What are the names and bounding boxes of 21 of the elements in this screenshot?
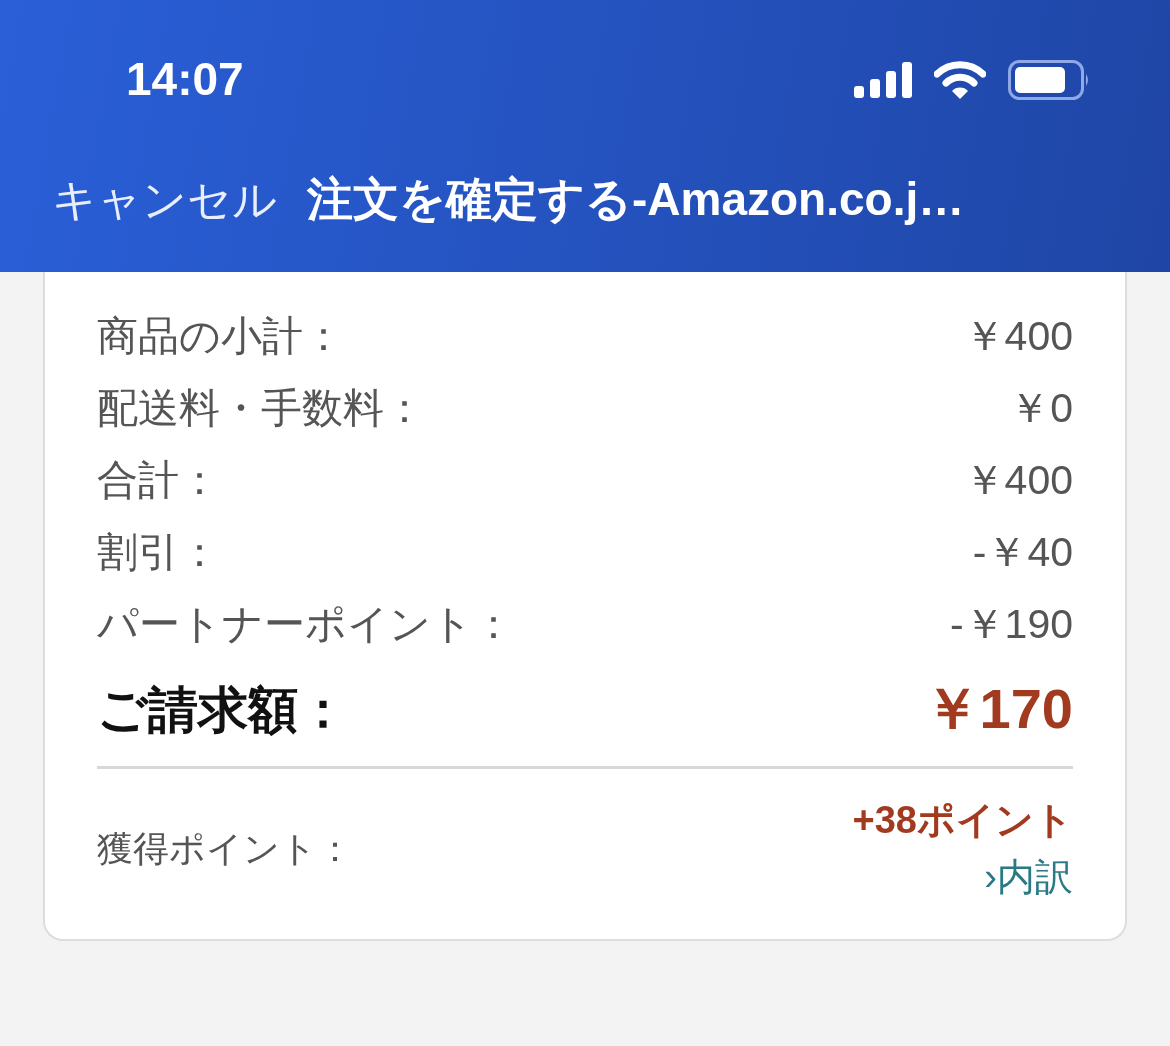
summary-amount: -￥40 — [972, 527, 1073, 577]
breakdown-link[interactable]: ›内訳 — [984, 852, 1073, 903]
cancel-button[interactable]: キャンセル — [52, 170, 277, 230]
points-label: 獲得ポイント： — [97, 826, 353, 871]
signal-icon — [854, 62, 912, 98]
points-value: +38ポイント — [852, 798, 1073, 843]
status-time: 14:07 — [126, 52, 244, 106]
total-amount: ￥170 — [923, 676, 1073, 742]
summary-amount: -￥190 — [949, 599, 1073, 649]
summary-label: 商品の小計： — [97, 311, 344, 361]
summary-label: 配送料・手数料： — [97, 383, 425, 433]
total-label: ご請求額： — [97, 680, 348, 740]
summary-label: 割引： — [97, 527, 220, 577]
summary-amount: ￥400 — [963, 455, 1073, 505]
summary-label: 合計： — [97, 455, 220, 505]
summary-amount: ￥0 — [1009, 383, 1073, 433]
page-title: 注文を確定する-Amazon.co.j… — [307, 172, 965, 227]
battery-icon — [1008, 60, 1090, 100]
summary-label: パートナーポイント： — [97, 599, 514, 649]
wifi-icon — [934, 61, 986, 99]
summary-amount: ￥400 — [963, 311, 1073, 361]
